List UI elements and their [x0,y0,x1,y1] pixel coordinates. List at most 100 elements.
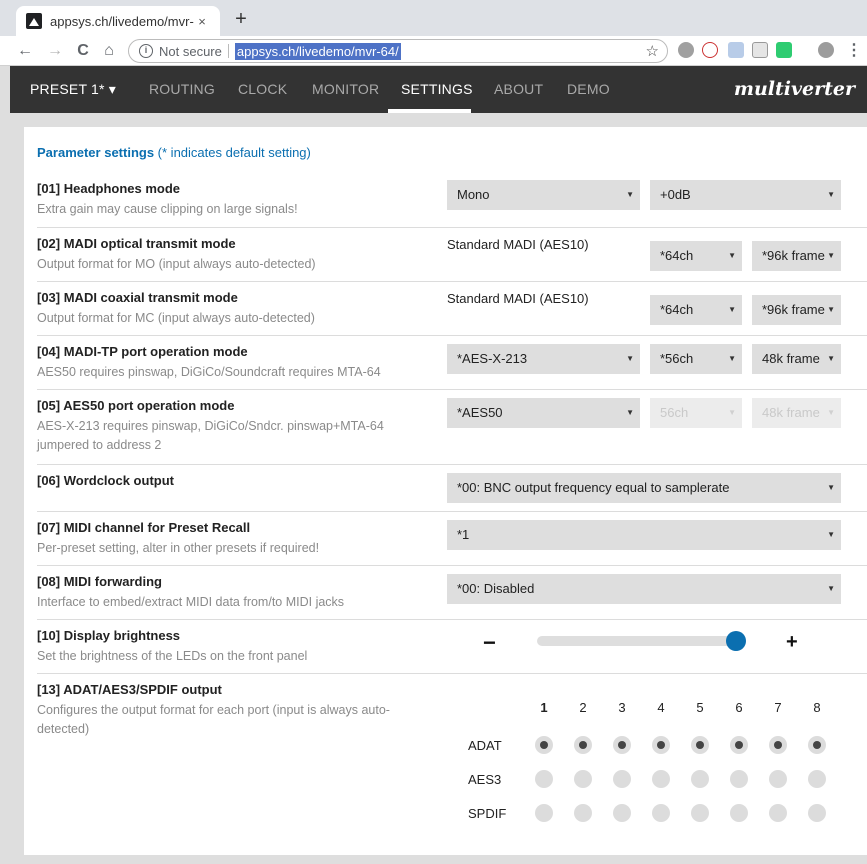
brightness-decrease-button[interactable]: − [483,630,496,656]
setting-description: AES50 requires pinswap, DiGiCo/Soundcraf… [37,365,381,379]
extension-ublock-icon[interactable] [678,42,694,58]
midi-forwarding-select[interactable]: *00: Disabled ▼ [447,574,841,604]
browser-menu-icon[interactable]: ⋮ [843,40,865,62]
preset-dropdown[interactable]: PRESET 1* ▾ [30,66,116,113]
headphones-mode-select[interactable]: Mono ▼ [447,180,640,210]
radio-spdif-port-6[interactable] [730,804,748,822]
radio-adat-port-2[interactable] [574,736,592,754]
radio-spdif-port-8[interactable] [808,804,826,822]
select-value: *AES50 [457,405,503,420]
profile-avatar-icon[interactable] [818,42,834,58]
madi-coaxial-frame-select[interactable]: *96k frame ▼ [752,295,841,325]
port-number-3: 3 [618,700,626,715]
chevron-down-icon: ▼ [728,354,736,363]
new-tab-button[interactable]: + [230,8,252,30]
nav-item-about[interactable]: ABOUT [494,66,543,113]
select-value: 48k frame [762,405,820,420]
info-icon[interactable]: i [139,44,153,58]
setting-description: Per-preset setting, alter in other prese… [37,541,320,555]
url-text[interactable]: appsys.ch/livedemo/mvr-64/ [234,42,401,60]
not-secure-label: Not secure [159,43,222,59]
extension-privacy-icon[interactable] [702,42,718,58]
brightness-increase-button[interactable]: + [786,631,798,654]
port-number-6: 6 [735,700,743,715]
chevron-down-icon: ▼ [626,190,634,199]
app-navbar: PRESET 1* ▾ ROUTING CLOCK MONITOR SETTIN… [10,66,867,113]
radio-adat-port-3[interactable] [613,736,631,754]
radio-aes3-port-3[interactable] [613,770,631,788]
extension-k-icon[interactable] [776,42,792,58]
chevron-down-icon: ▼ [626,354,634,363]
radio-spdif-port-2[interactable] [574,804,592,822]
madi-tp-frame-select[interactable]: 48k frame ▼ [752,344,841,374]
extension-code-icon[interactable] [728,42,744,58]
page-title: Parameter settings (* indicates default … [37,145,311,160]
radio-spdif-port-4[interactable] [652,804,670,822]
madi-optical-frame-select[interactable]: *96k frame ▼ [752,241,841,271]
radio-adat-port-1[interactable] [535,736,553,754]
page-title-bold: Parameter settings [37,145,155,160]
radio-adat-port-5[interactable] [691,736,709,754]
aes50-mode-select[interactable]: *AES50 ▼ [447,398,640,428]
radio-aes3-port-2[interactable] [574,770,592,788]
radio-adat-port-4[interactable] [652,736,670,754]
setting-description: Configures the output format for each po… [37,703,390,736]
nav-item-clock[interactable]: CLOCK [238,66,287,113]
radio-aes3-port-5[interactable] [691,770,709,788]
radio-aes3-port-6[interactable] [730,770,748,788]
nav-item-settings[interactable]: SETTINGS [401,66,473,113]
nav-item-routing[interactable]: ROUTING [149,66,215,113]
forward-button[interactable]: → [44,40,66,62]
setting-title: [04] MADI-TP port operation mode [37,344,248,359]
extension-w-icon[interactable] [752,42,768,58]
nav-item-demo[interactable]: DEMO [567,66,610,113]
midi-channel-select[interactable]: *1 ▼ [447,520,841,550]
setting-row-madi-tp: [04] MADI-TP port operation mode AES50 r… [37,335,867,389]
home-button[interactable]: ⌂ [98,40,120,62]
select-value: *00: BNC output frequency equal to sampl… [457,480,730,495]
back-button[interactable]: ← [14,40,36,62]
tab-close-icon[interactable]: × [194,14,210,29]
tab-title: appsys.ch/livedemo/mvr-64/ [50,13,194,29]
radio-adat-port-8[interactable] [808,736,826,754]
radio-aes3-port-7[interactable] [769,770,787,788]
wordclock-output-select[interactable]: *00: BNC output frequency equal to sampl… [447,473,841,503]
radio-spdif-port-7[interactable] [769,804,787,822]
nav-item-monitor[interactable]: MONITOR [312,66,379,113]
brightness-slider[interactable] [537,636,745,646]
chevron-down-icon: ▼ [728,408,736,417]
format-label-spdif: SPDIF [468,806,507,821]
radio-aes3-port-8[interactable] [808,770,826,788]
setting-row-aes50: [05] AES50 port operation mode AES-X-213… [37,389,867,464]
omnibox-divider [227,44,229,58]
madi-optical-channels-select[interactable]: *64ch ▼ [650,241,742,271]
setting-row-madi-optical: [02] MADI optical transmit mode Output f… [37,227,867,281]
aes50-frame-select: 48k frame ▼ [752,398,841,428]
headphones-gain-select[interactable]: +0dB ▼ [650,180,841,210]
reload-button[interactable]: C [72,40,94,62]
select-value: 48k frame [762,351,820,366]
select-value: 56ch [660,405,689,420]
madi-tp-channels-select[interactable]: *56ch ▼ [650,344,742,374]
radio-spdif-port-3[interactable] [613,804,631,822]
select-value: +0dB [660,187,691,202]
brightness-slider-handle[interactable] [726,631,747,651]
setting-title: [10] Display brightness [37,628,181,643]
madi-tp-mode-select[interactable]: *AES-X-213 ▼ [447,344,640,374]
chevron-down-icon: ▼ [827,483,835,492]
select-value: *56ch [660,351,694,366]
radio-adat-port-7[interactable] [769,736,787,754]
setting-description: Set the brightness of the LEDs on the fr… [37,649,308,663]
radio-spdif-port-1[interactable] [535,804,553,822]
bookmark-star-icon[interactable]: ☆ [646,42,659,60]
radio-spdif-port-5[interactable] [691,804,709,822]
address-bar[interactable]: i Not secure appsys.ch/livedemo/mvr-64/ … [128,39,668,63]
select-value: *64ch [660,302,694,317]
radio-aes3-port-1[interactable] [535,770,553,788]
setting-row-adat-output: [13] ADAT/AES3/SPDIF output Configures t… [37,673,867,855]
radio-adat-port-6[interactable] [730,736,748,754]
radio-aes3-port-4[interactable] [652,770,670,788]
browser-tab[interactable]: appsys.ch/livedemo/mvr-64/ × [16,6,220,36]
madi-coaxial-channels-select[interactable]: *64ch ▼ [650,295,742,325]
settings-panel: Parameter settings (* indicates default … [24,127,867,855]
